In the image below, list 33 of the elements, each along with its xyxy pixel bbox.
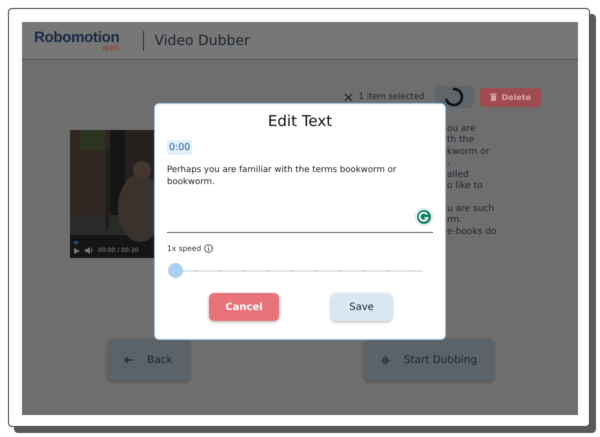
text-value: Perhaps you are familiar with the terms bookworm or bookworm. bbox=[167, 164, 398, 188]
transcript-text: . bbox=[447, 158, 450, 168]
transcript-text: alled bbox=[447, 170, 469, 180]
transcript-text: kworm or bbox=[447, 146, 490, 157]
info-icon[interactable] bbox=[204, 244, 214, 253]
delete-button[interactable]: Delete bbox=[480, 88, 541, 106]
transcript-text: u are such bbox=[447, 204, 494, 214]
cancel-button[interactable]: Cancel bbox=[209, 293, 279, 321]
logo-subtext: apps bbox=[102, 44, 120, 52]
transcript-text: ou are bbox=[447, 124, 476, 134]
save-button[interactable]: Save bbox=[331, 293, 392, 321]
dialog-title: Edit Text bbox=[266, 112, 334, 130]
loading-button[interactable] bbox=[434, 86, 474, 108]
play-icon[interactable] bbox=[74, 248, 80, 254]
back-button[interactable]: Back bbox=[107, 339, 190, 381]
text-field[interactable]: Perhaps you are familiar with the terms bookworm or bookworm. bbox=[167, 164, 433, 233]
transcript-text: th the bbox=[447, 135, 474, 146]
transcript-text: e-books do bbox=[447, 226, 496, 237]
arrow-left-icon bbox=[124, 356, 133, 364]
app-title: Video Dubber bbox=[154, 32, 250, 48]
close-icon[interactable] bbox=[344, 92, 353, 102]
trash-icon bbox=[490, 93, 497, 101]
transcript-text: rm. bbox=[447, 215, 462, 226]
selection-count: 1 item selected bbox=[358, 92, 425, 102]
slider-thumb[interactable] bbox=[168, 263, 183, 278]
assistant-icon[interactable] bbox=[415, 208, 433, 226]
timestamp-chip[interactable]: 0:00 bbox=[167, 140, 192, 155]
spinner-icon bbox=[444, 87, 464, 107]
waveform-icon bbox=[380, 356, 390, 364]
volume-icon[interactable] bbox=[85, 247, 93, 254]
transcript-text: o like to bbox=[447, 180, 483, 191]
logo-text: Robomotion bbox=[34, 30, 120, 44]
start-dubbing-button[interactable]: Start Dubbing bbox=[364, 339, 494, 381]
